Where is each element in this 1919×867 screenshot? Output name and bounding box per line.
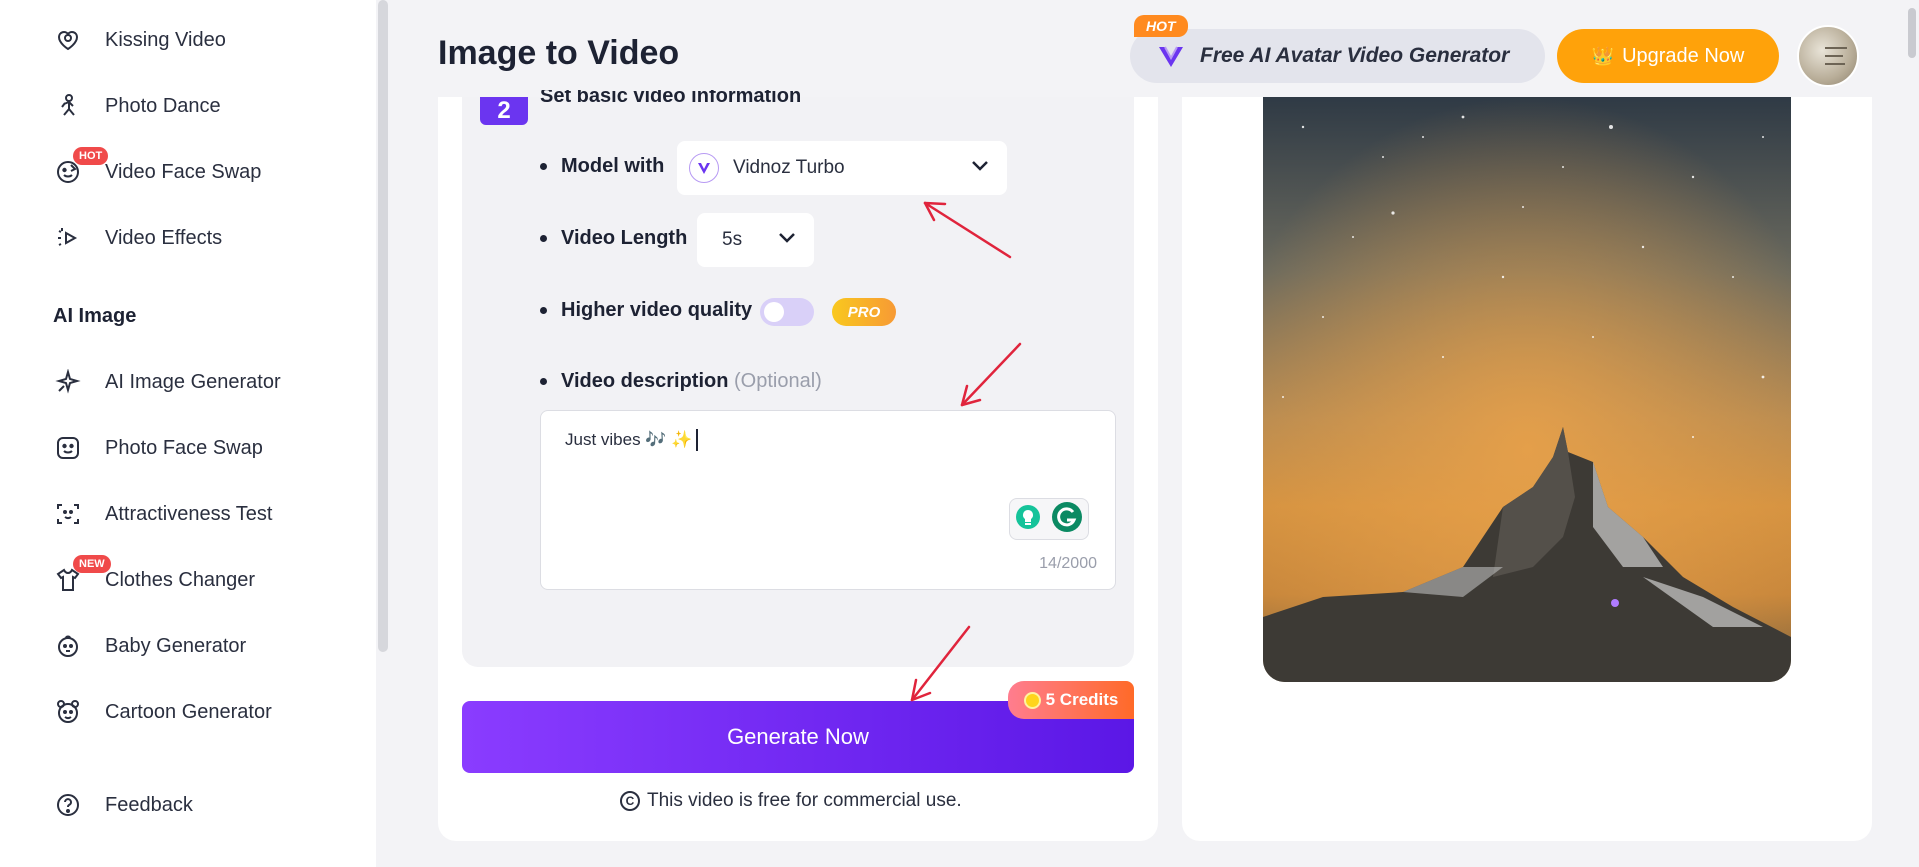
sidebar-item-attractiveness-test[interactable]: Attractiveness Test: [53, 494, 272, 534]
sidebar-item-baby-generator[interactable]: Baby Generator: [53, 626, 246, 666]
step-title: Set basic video information: [540, 90, 802, 107]
toggle-knob: [764, 302, 784, 322]
video-effects-icon: [53, 223, 83, 253]
length-value: 5s: [722, 229, 743, 250]
character-counter: 14/2000: [1039, 555, 1097, 572]
sidebar-item-label: Video Effects: [105, 226, 223, 249]
sidebar-item-kissing-video[interactable]: Kissing Video: [53, 20, 226, 60]
mountain-night-image: [1263, 97, 1791, 682]
shirt-icon: NEW: [53, 555, 111, 595]
sidebar-item-label: Clothes Changer: [105, 568, 256, 591]
sidebar-item-clothes-changer[interactable]: NEW Clothes Changer: [53, 555, 256, 600]
text-cursor: [696, 429, 698, 451]
higher-quality-toggle[interactable]: [760, 298, 814, 326]
bullet: [540, 307, 547, 314]
vidnoz-turbo-logo-icon: [689, 153, 719, 183]
sidebar-item-label: Cartoon Generator: [105, 700, 272, 723]
heart-icon: [53, 25, 83, 55]
sidebar-item-label: Photo Face Swap: [105, 436, 263, 459]
sidebar-item-label: Kissing Video: [105, 28, 226, 51]
optional-hint: (Optional): [734, 370, 822, 392]
chevron-down-icon: [971, 159, 989, 177]
help-circle-icon: [53, 790, 83, 820]
bullet: [540, 378, 547, 385]
model-value: Vidnoz Turbo: [733, 157, 845, 178]
avatar[interactable]: [1797, 25, 1859, 87]
sidebar-scrollbar-thumb[interactable]: [378, 0, 388, 652]
step-number-badge: 2: [480, 97, 528, 125]
commercial-use-note: C This video is free for commercial use.: [620, 790, 962, 812]
model-label: Model with: [561, 155, 665, 177]
new-badge: NEW: [73, 555, 111, 573]
description-label: Video description (Optional): [561, 370, 822, 392]
sidebar-item-label: Feedback: [105, 793, 193, 816]
upgrade-label: Upgrade Now: [1622, 44, 1745, 67]
sidebar-item-feedback[interactable]: Feedback: [53, 785, 193, 825]
description-text: Just vibes 🎶 ✨: [565, 429, 698, 451]
sidebar-item-photo-dance[interactable]: Photo Dance: [53, 86, 221, 126]
page-scrollbar-thumb[interactable]: [1908, 8, 1916, 58]
description-option: Video description (Optional): [540, 370, 822, 393]
model-select[interactable]: Vidnoz Turbo: [677, 141, 1007, 195]
cartoon-icon: [53, 697, 83, 727]
sidebar: Kissing Video Photo Dance HOT Video Face…: [0, 0, 376, 867]
length-label: Video Length: [561, 227, 688, 249]
sidebar-item-photo-face-swap[interactable]: Photo Face Swap: [53, 428, 263, 468]
credits-badge: 5 Credits: [1008, 681, 1134, 719]
sidebar-scrollbar[interactable]: [376, 0, 390, 867]
sidebar-item-label: AI Image Generator: [105, 370, 281, 393]
app-root: Kissing Video Photo Dance HOT Video Face…: [0, 0, 1919, 867]
bullet: [540, 163, 547, 170]
chevron-down-icon: [778, 231, 796, 249]
sidebar-item-video-effects[interactable]: Video Effects: [53, 218, 222, 258]
sidebar-item-video-face-swap[interactable]: HOT Video Face Swap: [53, 147, 262, 192]
scan-face-icon: [53, 499, 83, 529]
page-title: Image to Video: [438, 34, 680, 72]
sidebar-item-label: Photo Dance: [105, 94, 221, 117]
promo-text: Free AI Avatar Video Generator: [1200, 44, 1510, 67]
face-swap-icon: HOT: [53, 147, 109, 187]
vidnoz-logo-icon: [1154, 39, 1188, 73]
length-option: Video Length: [540, 227, 687, 250]
pro-badge: PRO: [832, 298, 896, 326]
lightbulb-icon[interactable]: [1015, 504, 1041, 535]
quality-label: Higher video quality: [561, 299, 753, 321]
bullet: [540, 235, 547, 242]
quality-option: Higher video quality: [540, 299, 752, 322]
sparkle-icon: [53, 367, 83, 397]
baby-icon: [53, 631, 83, 661]
hot-badge: HOT: [1134, 15, 1188, 37]
sidebar-item-cartoon-generator[interactable]: Cartoon Generator: [53, 692, 272, 732]
sidebar-section-ai-image: AI Image: [53, 305, 137, 327]
copyright-icon: C: [620, 791, 640, 811]
ai-avatar-promo-button[interactable]: HOT Free AI Avatar Video Generator: [1130, 15, 1545, 83]
coin-icon: [1023, 691, 1041, 709]
hot-badge: HOT: [73, 147, 109, 165]
upgrade-now-button[interactable]: 👑 Upgrade Now: [1557, 29, 1779, 83]
model-option: Model with: [540, 155, 664, 178]
video-length-select[interactable]: 5s: [697, 213, 814, 267]
sidebar-item-ai-image-generator[interactable]: AI Image Generator: [53, 362, 281, 402]
page-scrollbar[interactable]: [1905, 0, 1919, 867]
grammarly-widget[interactable]: [1009, 498, 1089, 540]
preview-image: [1263, 97, 1791, 682]
face-icon: [53, 433, 83, 463]
crown-icon: 👑: [1591, 45, 1615, 66]
sidebar-item-label: Video Face Swap: [105, 160, 262, 183]
dance-icon: [53, 91, 83, 121]
sidebar-item-label: Baby Generator: [105, 634, 247, 657]
sidebar-item-label: Attractiveness Test: [105, 502, 273, 525]
video-description-textarea[interactable]: Just vibes 🎶 ✨ 14/2000: [540, 410, 1116, 590]
grammarly-icon[interactable]: [1051, 501, 1083, 538]
